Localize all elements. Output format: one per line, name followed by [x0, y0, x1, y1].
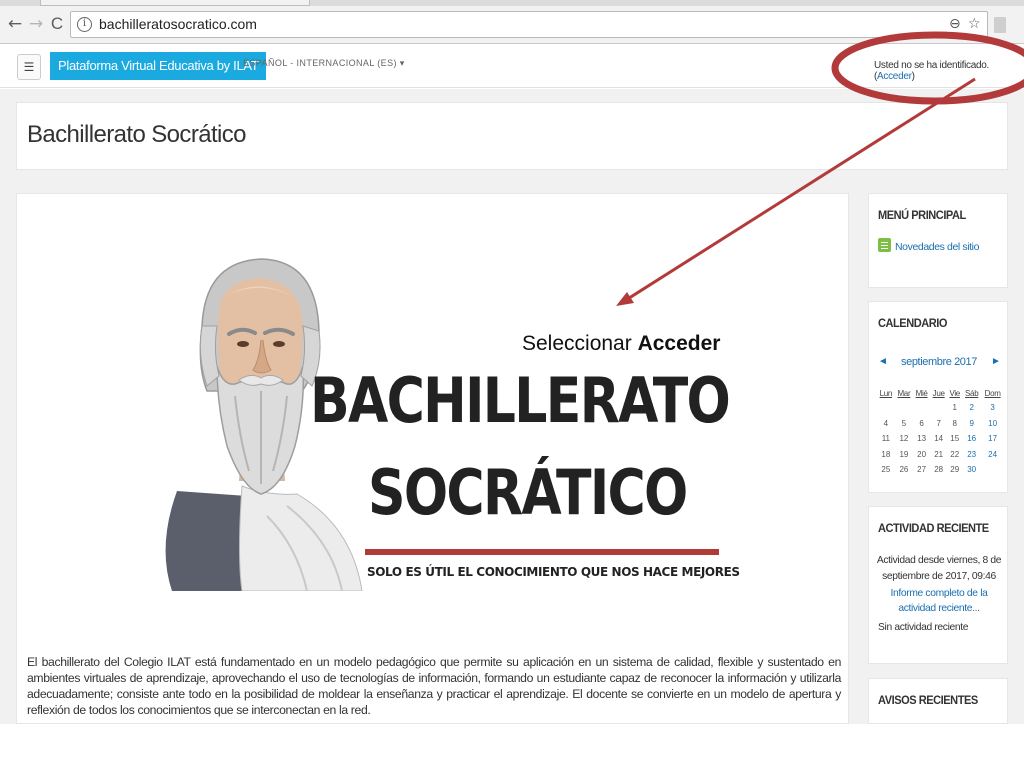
block-title-main-menu: MENÚ PRINCIPAL [878, 208, 966, 222]
block-title-calendar: CALENDARIO [878, 316, 947, 330]
block-title-recent-news: AVISOS RECIENTES [878, 693, 978, 707]
annotation-bold: Acceder [637, 332, 721, 355]
calendar-weekday: Jue [932, 388, 945, 398]
calendar-day[interactable]: 9 [962, 416, 981, 432]
calendar-day[interactable]: 12 [895, 431, 913, 447]
calendar-day[interactable]: 29 [947, 462, 962, 478]
calendar-day[interactable]: 7 [930, 416, 947, 432]
forward-icon[interactable]: → [26, 14, 46, 34]
calendar-weekday: Mar [897, 388, 911, 398]
zoom-icon[interactable]: ⊖ [949, 16, 961, 32]
calendar-day[interactable]: 3 [981, 400, 1004, 416]
block-title-recent-activity: ACTIVIDAD RECIENTE [878, 521, 989, 535]
calendar-week: 4 5 6 7 8 9 10 [877, 416, 1004, 432]
calendar-day[interactable]: 17 [981, 431, 1004, 447]
calendar-day[interactable]: 6 [913, 416, 930, 432]
page-header: Bachillerato Socrático [16, 102, 1008, 170]
calendar-weekday: Dom [984, 388, 1001, 398]
site-news-label[interactable]: Novedades del sitio [895, 241, 979, 253]
calendar-day[interactable]: 23 [962, 447, 981, 463]
calendar-day[interactable]: 10 [981, 416, 1004, 432]
logo-title-line1: BACHILLERATO [310, 364, 731, 437]
instruction-annotation: Seleccionar Acceder [522, 332, 720, 356]
main-content: BACHILLERATO SOCRÁTICO SOLO ES ÚTIL EL C… [16, 193, 849, 724]
calendar-day [981, 462, 1004, 478]
forum-icon [878, 238, 891, 252]
calendar-day[interactable]: 16 [962, 431, 981, 447]
calendar-day[interactable]: 30 [962, 462, 981, 478]
calendar-day[interactable]: 26 [895, 462, 913, 478]
calendar-day [877, 400, 895, 416]
info-icon[interactable]: i [77, 17, 92, 32]
calendar-day[interactable]: 22 [947, 447, 962, 463]
language-selector[interactable]: ESPAÑOL - INTERNACIONAL (ES) ▾ [243, 58, 405, 69]
block-recent-news: AVISOS RECIENTES [868, 678, 1008, 724]
calendar-header: septiembre 2017 ◄ ► [869, 356, 1009, 372]
calendar-day[interactable]: 4 [877, 416, 895, 432]
calendar-month[interactable]: septiembre 2017 [869, 356, 1009, 368]
description-paragraph: El bachillerato del Colegio ILAT está fu… [27, 655, 841, 717]
bookmark-star-icon[interactable]: ☆ [968, 16, 981, 32]
activity-since-text: Actividad desde viernes, 8 de septiembre… [876, 555, 1002, 582]
calendar-day[interactable]: 20 [913, 447, 930, 463]
calendar-weekday: Mié [915, 388, 928, 398]
login-link[interactable]: Acceder [877, 71, 912, 82]
calendar-day[interactable]: 18 [877, 447, 895, 463]
calendar-day [895, 400, 913, 416]
calendar-day[interactable]: 24 [981, 447, 1004, 463]
calendar-day[interactable]: 27 [913, 462, 930, 478]
calendar-day [913, 400, 930, 416]
brand-link[interactable]: Plataforma Virtual Educativa by ILAT [50, 52, 267, 80]
address-bar[interactable]: i bachilleratosocratico.com ⊖ ☆ [70, 11, 988, 38]
login-info: Usted no se ha identificado. (Acceder) [874, 60, 1024, 82]
calendar-day[interactable]: 19 [895, 447, 913, 463]
calendar-grid: Lun Mar Mié Jue Vie Sáb Dom 1 2 3 4 5 6 7 8 9 10 11 12 13 1… [877, 386, 1004, 478]
reload-icon[interactable]: C [47, 14, 67, 34]
calendar-week: 25 26 27 28 29 30 [877, 462, 1004, 478]
calendar-day [930, 400, 947, 416]
calendar-weekday: Vie [949, 388, 960, 398]
calendar-day[interactable]: 5 [895, 416, 913, 432]
calendar-prev-icon[interactable]: ◄ [878, 356, 888, 367]
annotation-text: Seleccionar [522, 332, 638, 355]
calendar-week: 123 [877, 400, 1004, 416]
block-recent-activity: ACTIVIDAD RECIENTE Actividad desde viern… [868, 506, 1008, 664]
browser-toolbar: ← → C i bachilleratosocratico.com ⊖ ☆ [0, 6, 1024, 44]
calendar-day[interactable]: 28 [930, 462, 947, 478]
calendar-day[interactable]: 13 [913, 431, 930, 447]
calendar-day[interactable]: 25 [877, 462, 895, 478]
site-navbar: ☰ Plataforma Virtual Educativa by ILAT E… [0, 45, 1024, 88]
back-icon[interactable]: ← [5, 14, 25, 34]
extension-icon[interactable] [994, 17, 1006, 33]
calendar-day[interactable]: 2 [962, 400, 981, 416]
url-text[interactable]: bachilleratosocratico.com [99, 16, 257, 32]
hamburger-menu-icon[interactable]: ☰ [17, 54, 41, 80]
calendar-weekday: Sáb [965, 388, 979, 398]
logo-tagline: SOLO ES ÚTIL EL CONOCIMIENTO QUE NOS HAC… [367, 565, 740, 579]
calendar-next-icon[interactable]: ► [991, 356, 1001, 367]
activity-none-text: Sin actividad reciente [878, 622, 969, 633]
calendar-day[interactable]: 1 [947, 400, 962, 416]
site-news-link[interactable]: Novedades del sitio [878, 238, 979, 253]
calendar-week: 11 12 13 14 15 16 17 [877, 431, 1004, 447]
activity-report-link[interactable]: Informe completo de la actividad recient… [875, 586, 1003, 616]
page-title: Bachillerato Socrático [27, 121, 247, 148]
calendar-day[interactable]: 21 [930, 447, 947, 463]
calendar-day[interactable]: 14 [930, 431, 947, 447]
calendar-week: 18 19 20 21 22 23 24 [877, 447, 1004, 463]
calendar-day[interactable]: 8 [947, 416, 962, 432]
logo-divider [365, 549, 719, 555]
login-paren: ) [911, 71, 915, 82]
block-calendar: CALENDARIO septiembre 2017 ◄ ► Lun Mar Mié… [868, 301, 1008, 493]
calendar-weekday: Lun [879, 388, 893, 398]
calendar-day[interactable]: 15 [947, 431, 962, 447]
calendar-day[interactable]: 11 [877, 431, 895, 447]
block-main-menu: MENÚ PRINCIPAL Novedades del sitio [868, 193, 1008, 288]
logo-title-line2: SOCRÁTICO [368, 456, 688, 529]
